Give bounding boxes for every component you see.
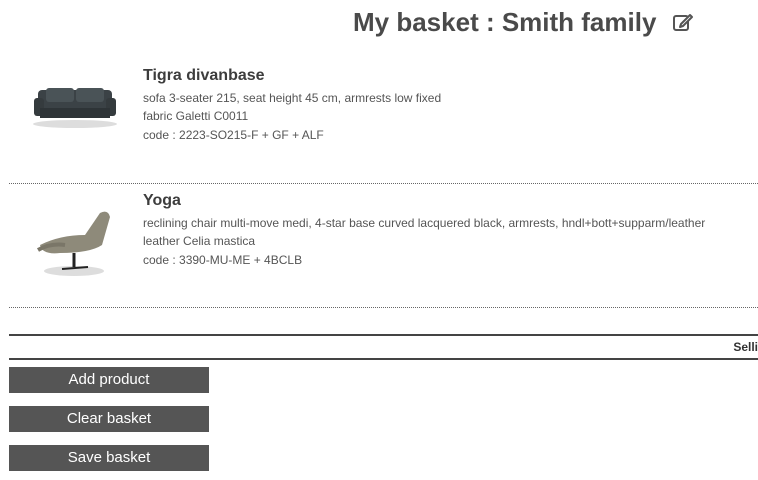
item-name: Tigra divanbase — [143, 67, 265, 84]
item-fabric: fabric Galetti C0011 — [143, 109, 249, 123]
add-product-button[interactable]: Add product — [9, 367, 209, 393]
totals-label: Selli — [733, 340, 758, 354]
item-code: code : 3390-MU-ME + 4BCLB — [143, 253, 303, 267]
page-title: My basket : Smith family — [0, 7, 758, 40]
item-divider — [9, 183, 758, 184]
item-description: reclining chair multi-move medi, 4-star … — [143, 216, 706, 230]
basket-item: Tigra divanbase sofa 3-seater 215, seat … — [0, 60, 758, 180]
save-basket-button[interactable]: Save basket — [9, 445, 209, 471]
sofa-thumbnail — [30, 80, 120, 135]
basket-title-text: My basket : Smith family — [353, 7, 657, 37]
item-name: Yoga — [143, 192, 181, 209]
item-divider — [9, 307, 758, 308]
item-code: code : 2223-SO215-F + GF + ALF — [143, 128, 324, 142]
clear-basket-button[interactable]: Clear basket — [9, 406, 209, 432]
totals-bar: Selli — [9, 334, 758, 360]
chair-thumbnail — [30, 205, 120, 285]
basket-item: Yoga reclining chair multi-move medi, 4-… — [0, 185, 758, 305]
edit-icon[interactable] — [672, 9, 694, 40]
item-description: sofa 3-seater 215, seat height 45 cm, ar… — [143, 91, 442, 105]
item-fabric: leather Celia mastica — [143, 234, 256, 248]
